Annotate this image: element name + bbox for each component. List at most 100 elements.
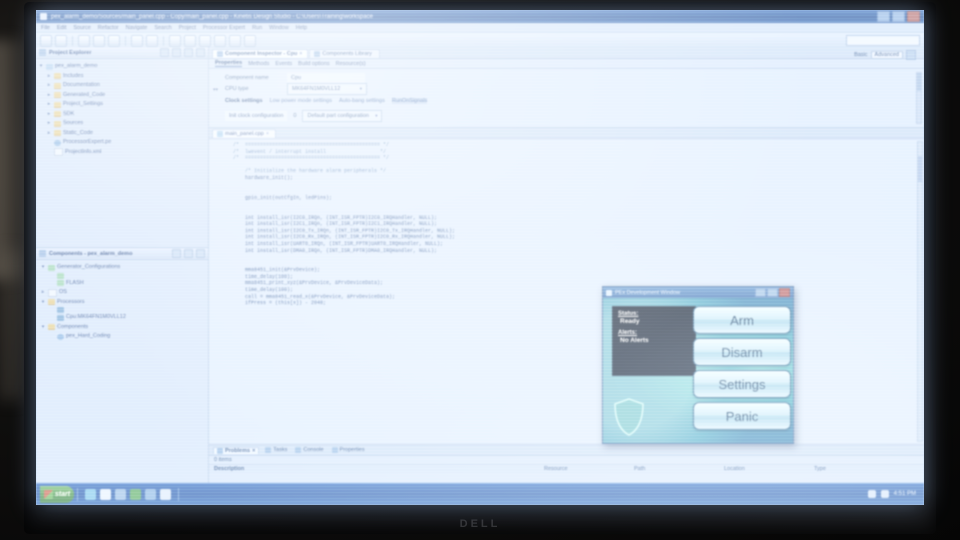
maximize-icon[interactable] — [892, 11, 905, 22]
low-power-link[interactable]: Low power mode settings — [270, 98, 332, 104]
code-line[interactable] — [209, 208, 924, 215]
alarm-button-group[interactable]: Arm Disarm Settings Panic — [693, 306, 791, 430]
code-line[interactable]: time_delay(100); — [209, 274, 924, 281]
code-line[interactable]: mma8451_print_xyz(&PrvDevice, &PrvDevice… — [209, 280, 924, 287]
tree-twisty[interactable]: ▸ — [46, 100, 52, 110]
menu-item-edit[interactable]: Edit — [57, 25, 66, 31]
row-value[interactable]: Cpu — [287, 73, 365, 83]
tab-main-panel-cpp[interactable]: main_panel.cpp × — [212, 129, 277, 138]
panic-button[interactable]: Panic — [693, 402, 791, 430]
components-tree-item[interactable]: FLASH — [49, 279, 206, 289]
tree-twisty[interactable]: ▾ — [38, 62, 44, 72]
close-icon[interactable]: × — [266, 131, 269, 137]
column-location[interactable]: Location — [724, 466, 814, 472]
tree-twisty[interactable]: ▸ — [46, 72, 52, 82]
code-line[interactable]: /* =====================================… — [209, 155, 924, 162]
java-icon[interactable] — [130, 488, 141, 500]
windows-taskbar[interactable]: start 4:51 PM — [36, 483, 924, 505]
code-line[interactable] — [209, 254, 924, 261]
arm-button[interactable]: Arm — [693, 306, 791, 334]
open-type-button[interactable] — [146, 34, 158, 47]
code-line[interactable]: hardware_init(); — [209, 175, 924, 182]
tree-twisty[interactable]: ▸ — [46, 110, 52, 120]
browser-icon[interactable] — [85, 488, 96, 500]
components-tree-item[interactable]: ▸ OS — [40, 288, 206, 298]
components-menu-icon[interactable] — [196, 249, 205, 258]
editor-tabrow[interactable]: main_panel.cpp × — [209, 128, 924, 139]
code-line[interactable]: int install_isr(I2C0_Tx_IRQn, (INT_ISR_F… — [209, 228, 924, 235]
code-line[interactable] — [209, 261, 924, 268]
tree-item[interactable]: ▸ SDK — [46, 110, 206, 120]
pin-editor-button[interactable] — [199, 34, 211, 47]
tree-item[interactable]: ▸ Generated_Code — [46, 91, 206, 101]
column-description[interactable]: Description — [214, 466, 544, 472]
menu-item-window[interactable]: Window — [269, 25, 289, 31]
next-annotation-button[interactable] — [214, 34, 226, 47]
code-line[interactable]: /* =====================================… — [209, 142, 924, 149]
minimize-view-icon[interactable] — [184, 48, 193, 57]
back-button[interactable] — [169, 34, 181, 47]
code-line[interactable]: gpio_init(outCfgIn, ledPins); — [209, 195, 924, 202]
perspective-advanced[interactable]: Advanced — [870, 51, 903, 59]
tree-twisty[interactable]: ▸ — [46, 119, 52, 129]
tree-twisty[interactable]: ▾ — [40, 263, 46, 273]
build-button[interactable] — [78, 34, 90, 47]
menu-item-file[interactable]: File — [41, 25, 50, 31]
run-on-signals-link[interactable]: RunOnSignals — [391, 98, 428, 104]
settings-button[interactable]: Settings — [693, 370, 791, 398]
close-icon[interactable] — [907, 11, 920, 22]
editor-scrollbar[interactable] — [917, 141, 923, 442]
subtab-events[interactable]: Events — [275, 61, 292, 67]
code-line[interactable]: int install_isr(DMA0_IRQn, (INT_ISR_FPTR… — [209, 248, 924, 255]
add-component-icon[interactable] — [172, 249, 181, 258]
forward-button[interactable] — [184, 34, 196, 47]
code-line[interactable]: call = mma8451_read_x(&PrvDevice, &PrvDe… — [209, 294, 924, 301]
new-button[interactable] — [40, 34, 52, 47]
chevron-down-icon[interactable]: ▾ — [360, 84, 362, 94]
volume-icon[interactable] — [880, 490, 889, 498]
subtab-resource-s-[interactable]: Resource(s) — [336, 61, 366, 67]
close-icon[interactable]: × — [252, 448, 255, 454]
code-line[interactable]: /* lwevent / interrupt install */ — [209, 149, 924, 156]
run-button[interactable] — [108, 34, 120, 47]
save-button[interactable] — [55, 34, 67, 47]
components-tree-item[interactable]: pex_Hard_Coding — [49, 332, 206, 342]
tree-twisty[interactable]: ▸ — [40, 288, 46, 298]
components-tree-item[interactable]: Cpu:MK64FN1M0VLL12 — [49, 313, 206, 323]
tree-item-root[interactable]: ▾ pex_alarm_demo — [38, 62, 206, 72]
tree-item[interactable]: ▸ Documentation — [46, 81, 206, 91]
code-line[interactable] — [209, 201, 924, 208]
last-edit-button[interactable] — [244, 34, 256, 47]
messenger-icon[interactable] — [115, 488, 126, 500]
tree-twisty[interactable]: ▸ — [46, 129, 52, 139]
chevron-down-icon[interactable]: ▾ — [375, 111, 377, 121]
maximize-icon[interactable] — [767, 288, 778, 297]
tree-twisty[interactable]: ▾ — [40, 323, 46, 333]
code-line[interactable]: int install_isr(I2C0_IRQn, (INT_ISR_FPTR… — [209, 215, 924, 222]
tree-item[interactable]: ProcessorExpert.pe — [46, 138, 206, 148]
tree-twisty[interactable]: ▾ — [40, 298, 46, 308]
problems-tabrow[interactable]: Problems × Tasks Console Properties — [209, 445, 924, 456]
open-perspective-icon[interactable] — [906, 50, 916, 60]
subtab-build-options[interactable]: Build options — [298, 61, 330, 67]
search-icon[interactable] — [131, 34, 143, 47]
cpu-type-combo[interactable]: MK64FN1M0VLL12 ▾ — [287, 83, 367, 95]
menu-item-search[interactable]: Search — [154, 25, 171, 31]
maximize-view-icon[interactable] — [196, 48, 205, 57]
inspector-row-cpu-type[interactable]: CPU type MK64FN1M0VLL12 ▾ — [225, 83, 919, 95]
tab-problems[interactable]: Problems × — [213, 446, 260, 454]
start-button[interactable]: start — [40, 485, 74, 503]
menu-item-navigate[interactable]: Navigate — [126, 25, 148, 31]
prev-annotation-button[interactable] — [229, 34, 241, 47]
menu-item-help[interactable]: Help — [296, 25, 307, 31]
code-line[interactable] — [209, 162, 924, 169]
source-code-view[interactable]: ✥ /* ===================================… — [209, 139, 924, 444]
menu-bar[interactable]: File Edit Source Refactor Navigate Search Proj… — [36, 23, 924, 33]
code-line[interactable]: mma8451_init(&PrvDevice); — [209, 267, 924, 274]
column-path[interactable]: Path — [634, 466, 724, 472]
alarm-window-controls[interactable] — [755, 288, 790, 297]
menu-item-processor-expert[interactable]: Processor Expert — [203, 25, 245, 31]
menu-item-refactor[interactable]: Refactor — [98, 25, 119, 31]
perspective-basic[interactable]: Basic — [854, 52, 867, 58]
components-tree-item[interactable]: ▾ Components — [40, 323, 206, 333]
